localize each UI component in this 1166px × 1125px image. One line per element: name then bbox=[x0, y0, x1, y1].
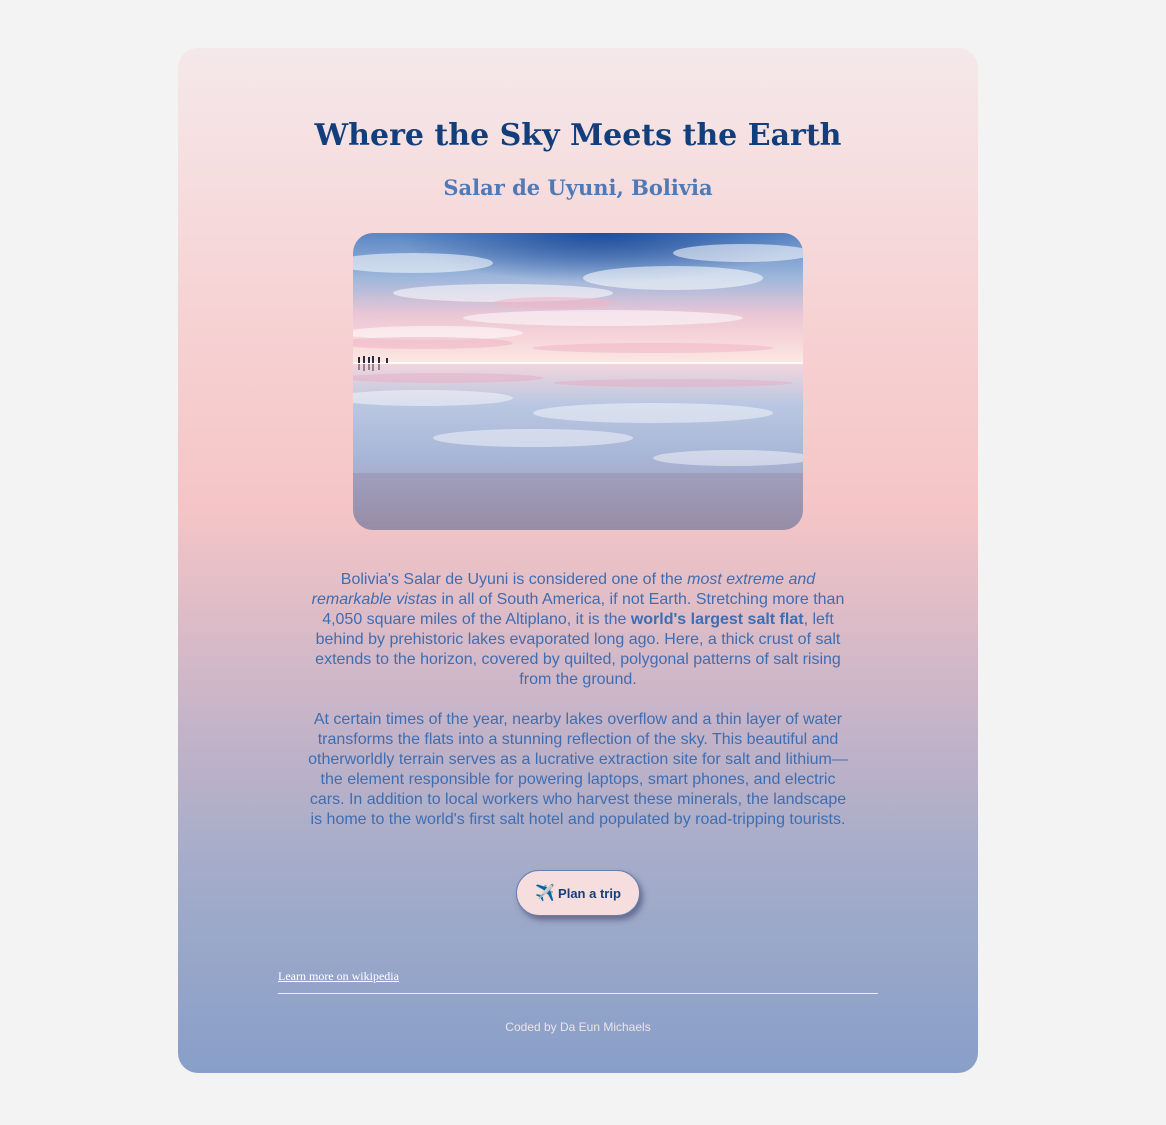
plan-trip-button[interactable]: ✈️ Plan a trip bbox=[516, 870, 640, 916]
intro-strong: world's largest salt flat bbox=[630, 611, 804, 628]
wikipedia-link[interactable]: Learn more on wikipedia bbox=[278, 969, 399, 984]
salt-flat-photo bbox=[353, 233, 803, 530]
page-title: Where the Sky Meets the Earth bbox=[314, 118, 842, 153]
footer-divider bbox=[278, 993, 878, 994]
plan-trip-label: Plan a trip bbox=[558, 885, 621, 901]
intro-paragraph: Bolivia's Salar de Uyuni is considered o… bbox=[306, 570, 850, 690]
page-subtitle: Salar de Uyuni, Bolivia bbox=[443, 175, 713, 200]
airplane-icon: ✈️ bbox=[535, 885, 556, 902]
footer-credit: Coded by Da Eun Michaels bbox=[505, 1020, 651, 1034]
content-card: Where the Sky Meets the Earth Salar de U… bbox=[178, 48, 978, 1073]
intro-text-1: Bolivia's Salar de Uyuni is considered o… bbox=[340, 571, 688, 588]
details-paragraph: At certain times of the year, nearby lak… bbox=[308, 711, 848, 828]
